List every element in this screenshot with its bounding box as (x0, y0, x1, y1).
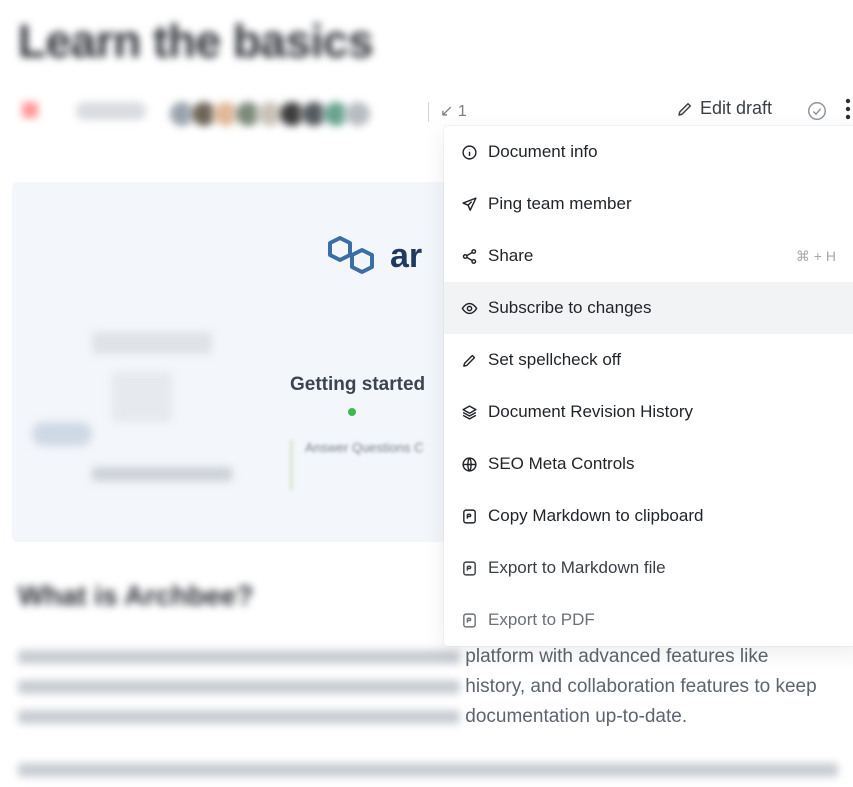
eye-icon (460, 299, 478, 317)
para-line-1: platform with advanced features like (465, 646, 769, 667)
divider (428, 102, 429, 122)
menu-item-label: Copy Markdown to clipboard (488, 506, 704, 525)
menu-item-seo-meta-controls[interactable]: SEO Meta Controls (444, 438, 853, 490)
publish-check-button[interactable] (806, 100, 828, 122)
version-badge[interactable]: ↙ 1 (440, 101, 467, 121)
edit-draft-label: Edit draft (700, 98, 773, 118)
menu-item-export-markdown[interactable]: Export to Markdown file (444, 542, 853, 594)
pencil-icon (460, 351, 478, 369)
share-shortcut: ⌘ + H (795, 247, 836, 264)
share-icon (460, 247, 478, 265)
info-icon (460, 143, 478, 161)
layers-icon (460, 403, 478, 421)
globe-icon (460, 455, 478, 473)
menu-item-label: SEO Meta Controls (488, 454, 635, 473)
status-indicator[interactable] (22, 102, 38, 118)
menu-item-subscribe-to-changes[interactable]: Subscribe to changes (444, 282, 853, 334)
menu-item-label: Document Revision History (488, 402, 694, 421)
check-circle-icon (808, 102, 826, 120)
version-count: 1 (457, 103, 467, 120)
menu-item-set-spellcheck-off[interactable]: Set spellcheck off (444, 334, 853, 386)
markdown-icon (460, 611, 478, 629)
paragraph-blurred (18, 755, 853, 785)
logo-text: ar (390, 236, 423, 275)
menu-item-label: Export to Markdown file (488, 558, 666, 577)
hero-heading: Getting started (290, 374, 426, 395)
menu-item-ping-team-member[interactable]: Ping team member (444, 178, 853, 230)
document-options-menu: Document info Ping team member Share ⌘ +… (444, 126, 853, 646)
menu-item-label: Subscribe to changes (488, 298, 652, 317)
more-options-button[interactable] (844, 98, 852, 120)
page-title: Learn the basics (18, 15, 374, 67)
menu-item-label: Document info (488, 142, 598, 161)
menu-item-document-revision-history[interactable]: Document Revision History (444, 386, 853, 438)
intro-paragraph: platform with advanced features like his… (18, 642, 853, 732)
status-dot (348, 408, 356, 416)
menu-item-share[interactable]: Share ⌘ + H (444, 230, 853, 282)
edit-draft-button[interactable]: Edit draft (676, 98, 772, 119)
menu-item-document-info[interactable]: Document info (444, 126, 853, 178)
avatar (344, 100, 372, 128)
archbee-logo: ar (328, 234, 422, 278)
document-meta-bar: ↙ 1 Edit draft (18, 94, 853, 130)
pencil-icon (676, 100, 694, 118)
menu-item-label: Share (488, 246, 534, 265)
status-pill[interactable] (76, 102, 146, 120)
section-heading: What is Archbee? (18, 580, 254, 611)
menu-item-export-pdf[interactable]: Export to PDF (444, 594, 853, 646)
hexagon-logo-icon (328, 236, 374, 274)
menu-item-label: Ping team member (488, 194, 632, 213)
menu-item-copy-markdown[interactable]: Copy Markdown to clipboard (444, 490, 853, 542)
menu-item-label: Set spellcheck off (488, 350, 621, 369)
para-line-3: documentation up-to-date. (465, 706, 688, 727)
send-icon (460, 195, 478, 213)
kebab-icon (845, 98, 851, 120)
markdown-icon (460, 507, 478, 525)
menu-item-label: Export to PDF (488, 610, 595, 629)
arrow-icon: ↙ (440, 103, 454, 120)
para-line-2: history, and collaboration features to k… (465, 676, 817, 697)
contributors-avatars[interactable] (168, 100, 372, 128)
markdown-icon (460, 559, 478, 577)
